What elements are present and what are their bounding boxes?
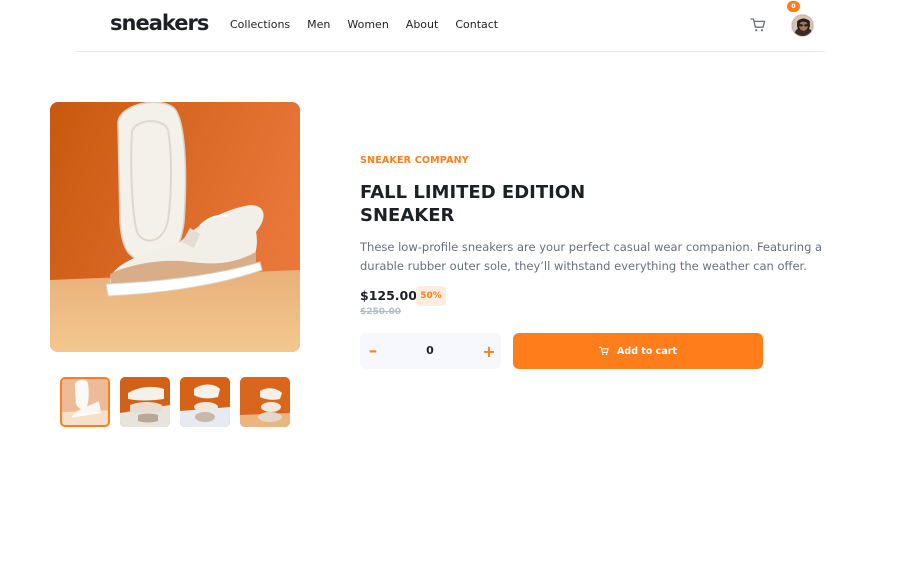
- cart-count-badge: 0: [787, 1, 800, 12]
- user-avatar[interactable]: [791, 14, 814, 37]
- increase-quantity-button[interactable]: +: [482, 343, 496, 361]
- product-title-line-1: FALL LIMITED EDITION: [360, 182, 586, 203]
- discount-badge: 50%: [416, 286, 446, 306]
- thumbnail-2[interactable]: [120, 377, 170, 427]
- main-nav: Collections Men Women About Contact: [230, 18, 515, 32]
- original-price: $250.00: [360, 307, 401, 317]
- add-to-cart-label: Add to cart: [617, 345, 677, 357]
- cart-icon: [750, 18, 766, 32]
- nav-link-men[interactable]: Men: [307, 18, 330, 32]
- quantity-value: 0: [426, 344, 434, 357]
- decrease-quantity-button[interactable]: –: [366, 342, 380, 360]
- nav-link-women[interactable]: Women: [347, 18, 388, 32]
- add-to-cart-button[interactable]: Add to cart: [513, 333, 763, 369]
- thumbnail-image: [180, 377, 230, 427]
- thumbnail-strip: [60, 377, 290, 427]
- nav-link-about[interactable]: About: [406, 18, 439, 32]
- site-header: sneakers Collections Men Women About Con…: [76, 0, 825, 52]
- thumbnail-image: [240, 377, 290, 427]
- cart-button[interactable]: [750, 17, 766, 33]
- company-name: SNEAKER COMPANY: [360, 155, 469, 166]
- cart-icon: [599, 346, 609, 356]
- current-price: $125.00: [360, 288, 417, 303]
- avatar-image: [792, 15, 813, 36]
- thumbnail-3[interactable]: [180, 377, 230, 427]
- quantity-stepper: – 0 +: [360, 333, 501, 369]
- product-title-line-2: SNEAKER: [360, 205, 455, 226]
- thumbnail-4[interactable]: [240, 377, 290, 427]
- product-title: FALL LIMITED EDITION SNEAKER: [360, 181, 660, 227]
- thumbnail-image: [62, 379, 108, 425]
- logo[interactable]: sneakers: [110, 11, 209, 35]
- product-main-image[interactable]: [50, 102, 300, 352]
- shoe-photo: [50, 102, 300, 352]
- product-description: These low-profile sneakers are your perf…: [360, 240, 823, 273]
- nav-link-contact[interactable]: Contact: [455, 18, 498, 32]
- nav-link-collections[interactable]: Collections: [230, 18, 290, 32]
- thumbnail-1[interactable]: [60, 377, 110, 427]
- thumbnail-image: [120, 377, 170, 427]
